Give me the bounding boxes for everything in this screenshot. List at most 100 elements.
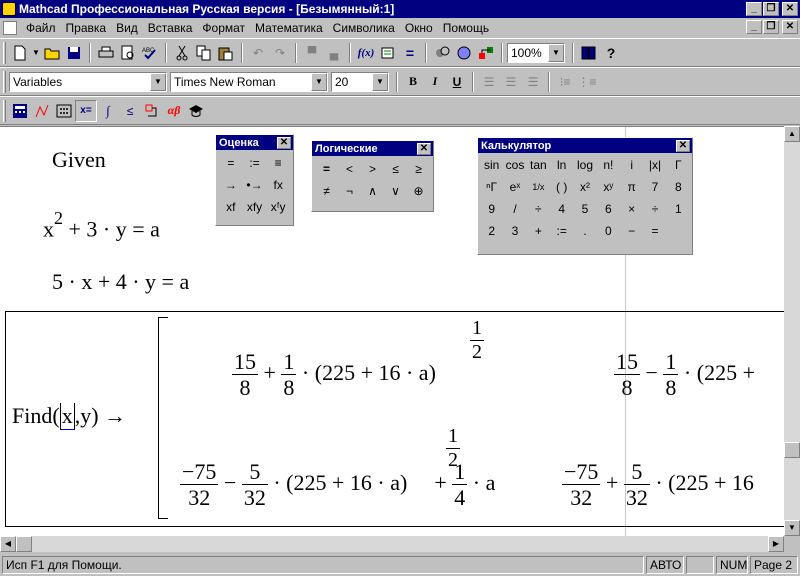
- menu-file[interactable]: Файл: [21, 21, 61, 35]
- menu-help[interactable]: Помощь: [438, 21, 494, 35]
- align-bottom-icon[interactable]: ▄: [323, 42, 345, 64]
- close-icon[interactable]: ✕: [676, 139, 690, 152]
- palette-button[interactable]: <: [338, 158, 361, 180]
- calc-button[interactable]: ×: [620, 198, 643, 220]
- chevron-down-icon[interactable]: ▼: [150, 72, 166, 91]
- scroll-thumb[interactable]: [784, 442, 800, 458]
- calc-button[interactable]: Γ: [667, 154, 690, 176]
- chevron-down-icon[interactable]: ▼: [548, 43, 564, 62]
- calc-button[interactable]: +: [527, 220, 550, 242]
- style-select[interactable]: Variables ▼: [9, 71, 167, 92]
- new-document-icon[interactable]: [9, 42, 31, 64]
- find-var-x[interactable]: x: [59, 403, 75, 430]
- palette-button[interactable]: ∨: [384, 180, 407, 202]
- calc-button[interactable]: 1: [667, 198, 690, 220]
- save-icon[interactable]: [63, 42, 85, 64]
- menu-format[interactable]: Формат: [197, 21, 250, 35]
- scroll-down-icon[interactable]: ▼: [784, 520, 800, 536]
- chevron-down-icon[interactable]: ▼: [311, 72, 327, 91]
- menu-view[interactable]: Вид: [111, 21, 143, 35]
- calc-button[interactable]: 5: [573, 198, 596, 220]
- evaluation-palette-icon[interactable]: x=: [75, 99, 97, 122]
- programming-palette-icon[interactable]: [141, 100, 163, 122]
- calc-button[interactable]: :=: [550, 220, 573, 242]
- palette-button[interactable]: ⊕: [407, 180, 430, 202]
- calc-button[interactable]: 3: [503, 220, 526, 242]
- graph-palette-icon[interactable]: [31, 100, 53, 122]
- bullet-list-icon[interactable]: ⁝≡: [554, 71, 576, 93]
- palette-button[interactable]: xᶠy: [266, 196, 290, 218]
- doc-minimize-button[interactable]: _: [746, 20, 762, 34]
- equation-1[interactable]: x2 + 3 · y = a: [43, 208, 160, 242]
- palette-button[interactable]: →: [219, 174, 243, 196]
- menu-window[interactable]: Окно: [400, 21, 438, 35]
- calc-button[interactable]: cos: [503, 154, 526, 176]
- numbered-list-icon[interactable]: ⋮≡: [576, 71, 598, 93]
- undo-icon[interactable]: ↶: [247, 42, 269, 64]
- equation-2[interactable]: 5 · x + 4 · y = a: [52, 269, 189, 295]
- scroll-left-icon[interactable]: ◀: [0, 536, 16, 552]
- calc-button[interactable]: .: [573, 220, 596, 242]
- calculate-icon[interactable]: =: [399, 42, 421, 64]
- insert-component-icon[interactable]: [431, 42, 453, 64]
- palette-button[interactable]: xfy: [243, 196, 267, 218]
- open-folder-icon[interactable]: [41, 42, 63, 64]
- scroll-thumb[interactable]: [16, 536, 32, 552]
- component-wizard-icon[interactable]: [475, 42, 497, 64]
- calc-button[interactable]: sin: [480, 154, 503, 176]
- minimize-button[interactable]: _: [746, 2, 762, 16]
- calc-button[interactable]: ÷: [527, 198, 550, 220]
- calc-button[interactable]: /: [503, 198, 526, 220]
- resource-center-icon[interactable]: [453, 42, 475, 64]
- align-right-icon[interactable]: ☰: [522, 71, 544, 93]
- given-keyword[interactable]: Given: [52, 147, 106, 173]
- palette-titlebar[interactable]: Оценка ✕: [216, 135, 293, 150]
- insert-unit-icon[interactable]: [377, 42, 399, 64]
- calc-button[interactable]: ÷: [643, 198, 666, 220]
- palette-button[interactable]: ≠: [315, 180, 338, 202]
- restore-button[interactable]: ❐: [763, 2, 779, 16]
- calculator-palette[interactable]: Калькулятор ✕ sin cos tan ln log n! i |x…: [477, 137, 693, 255]
- palette-button[interactable]: ≤: [384, 158, 407, 180]
- menu-insert[interactable]: Вставка: [143, 21, 198, 35]
- underline-button[interactable]: U: [446, 71, 468, 93]
- calc-button[interactable]: =: [643, 220, 666, 242]
- calc-button[interactable]: x²: [573, 176, 596, 198]
- menu-math[interactable]: Математика: [250, 21, 328, 35]
- paste-icon[interactable]: [215, 42, 237, 64]
- palette-button[interactable]: =: [219, 152, 243, 174]
- find-expression[interactable]: Find(x,y) →: [12, 403, 126, 430]
- calc-button[interactable]: 0: [597, 220, 620, 242]
- boolean-palette[interactable]: Логические ✕ = < > ≤ ≥ ≠ ¬ ∧ ∨ ⊕: [311, 140, 434, 212]
- font-size-select[interactable]: 20 ▼: [331, 71, 389, 92]
- help-question-icon[interactable]: ?: [600, 42, 622, 64]
- calc-button[interactable]: 8: [667, 176, 690, 198]
- calculus-palette-icon[interactable]: ∫: [97, 100, 119, 122]
- menu-edit[interactable]: Правка: [61, 21, 112, 35]
- chevron-down-icon[interactable]: ▼: [372, 72, 388, 91]
- calc-button[interactable]: 2: [480, 220, 503, 242]
- calc-button[interactable]: log: [573, 154, 596, 176]
- insert-function-icon[interactable]: f(x): [355, 42, 377, 64]
- calc-button[interactable]: eˣ: [503, 176, 526, 198]
- calc-button[interactable]: n!: [597, 154, 620, 176]
- calc-button[interactable]: i: [620, 154, 643, 176]
- scroll-up-icon[interactable]: ▲: [784, 126, 800, 142]
- zoom-select[interactable]: 100% ▼: [507, 42, 565, 63]
- document-icon[interactable]: [3, 20, 17, 35]
- calc-button[interactable]: ln: [550, 154, 573, 176]
- palette-button[interactable]: :=: [243, 152, 267, 174]
- palette-button[interactable]: fx: [266, 174, 290, 196]
- quicksheets-book-icon[interactable]: [578, 42, 600, 64]
- evaluation-palette[interactable]: Оценка ✕ = := ≡ → •→ fx xf xfy xᶠy: [215, 134, 294, 226]
- doc-restore-button[interactable]: ❐: [763, 20, 779, 34]
- align-left-icon[interactable]: ☰: [478, 71, 500, 93]
- toolbar-grip[interactable]: [3, 99, 6, 122]
- palette-button[interactable]: •→: [243, 174, 267, 196]
- close-icon[interactable]: ✕: [417, 142, 431, 155]
- palette-button[interactable]: ≡: [266, 152, 290, 174]
- calc-button[interactable]: 1/x: [527, 176, 550, 198]
- symbolic-palette-icon[interactable]: [185, 100, 207, 122]
- close-icon[interactable]: ✕: [277, 136, 291, 149]
- boolean-palette-icon[interactable]: ≤: [119, 100, 141, 122]
